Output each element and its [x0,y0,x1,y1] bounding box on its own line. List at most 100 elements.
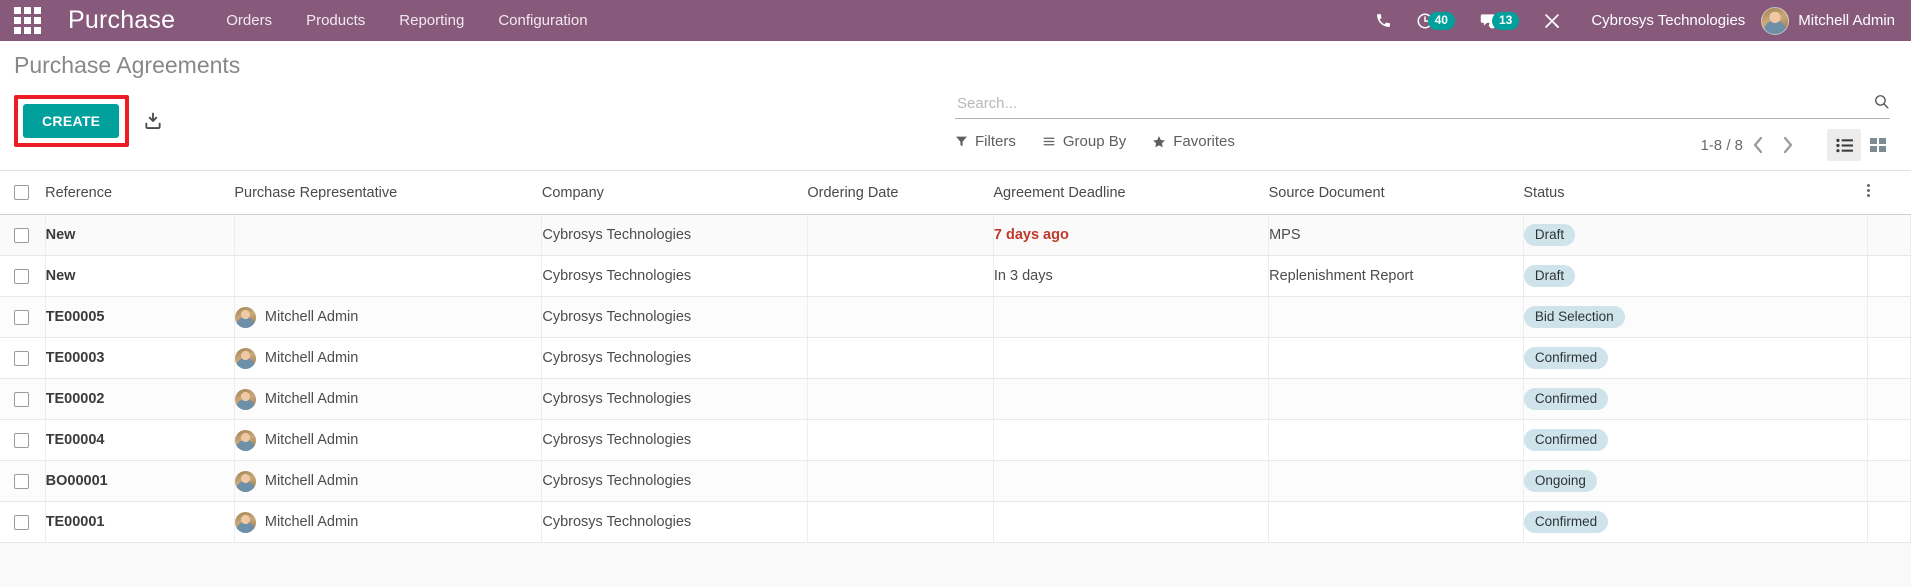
menu-item-reporting[interactable]: Reporting [382,0,481,41]
cell-agreement-deadline: In 3 days [993,255,1270,297]
kanban-view-button[interactable] [1861,129,1895,161]
table-row[interactable]: TE00001 Mitchell Admin Cybrosys Technologi… [0,501,1911,543]
representative-avatar [234,429,256,451]
search-input[interactable] [955,94,1873,115]
column-header-reference[interactable]: Reference [45,171,235,215]
table-header-row: Reference Purchase Representative Compan… [0,171,1911,215]
source-document-value: Replenishment Report [1269,268,1414,284]
search-bar[interactable] [955,91,1890,119]
reference-value: BO00001 [45,473,108,489]
company-switcher[interactable]: Cybrosys Technologies [1573,12,1759,29]
agreement-deadline-value: 7 days ago [993,227,1069,243]
table-row[interactable]: TE00005 Mitchell Admin Cybrosys Technologi… [0,296,1911,338]
representative-name: Mitchell Admin [264,350,359,366]
messages-button[interactable]: 13 [1467,0,1531,41]
table-row[interactable]: New Cybrosys Technologies In 3 days Repleni… [0,255,1911,297]
company-value: Cybrosys Technologies [542,473,692,489]
cell-status: Draft [1523,255,1868,297]
group-by-dropdown[interactable]: Group By [1042,133,1126,150]
row-checkbox[interactable] [14,350,29,366]
phone-icon [1376,14,1390,27]
cell-reference: BO00001 [45,460,235,502]
cell-source-document [1268,337,1524,379]
status-badge: Confirmed [1523,347,1609,369]
table-row[interactable]: TE00002 Mitchell Admin Cybrosys Technologi… [0,378,1911,420]
control-panel: Purchase Agreements CREATE Filters [0,41,1911,171]
filter-funnel-icon [956,136,967,147]
representative-name: Mitchell Admin [264,391,359,407]
kanban-view-icon [1870,137,1886,152]
user-menu-label: Mitchell Admin [1798,12,1895,29]
table-row[interactable]: TE00003 Mitchell Admin Cybrosys Technologi… [0,337,1911,379]
cell-status: Draft [1523,214,1868,256]
chevron-left-icon [1753,136,1763,154]
phone-button[interactable] [1363,0,1404,41]
app-brand-title[interactable]: Purchase [54,6,209,35]
pager-next-button[interactable] [1773,130,1803,160]
representative-avatar [234,470,256,492]
vertical-dots-icon[interactable] [1867,182,1871,199]
row-select-cell [0,419,46,461]
list-view-button[interactable] [1827,129,1861,161]
menu-item-configuration[interactable]: Configuration [481,0,604,41]
column-header-status[interactable]: Status [1523,171,1868,215]
view-switcher [1827,129,1895,161]
representative-avatar [234,347,256,369]
column-header-representative[interactable]: Purchase Representative [234,171,542,215]
list-view-sheet: Reference Purchase Representative Compan… [0,171,1911,587]
column-header-source-document[interactable]: Source Document [1268,171,1524,215]
column-header-agreement-deadline[interactable]: Agreement Deadline [993,171,1269,215]
menu-item-orders[interactable]: Orders [209,0,289,41]
status-badge: Draft [1523,265,1576,287]
company-value: Cybrosys Technologies [542,432,692,448]
representative-name: Mitchell Admin [264,432,359,448]
favorites-dropdown[interactable]: Favorites [1152,133,1235,150]
menu-item-products[interactable]: Products [289,0,382,41]
create-button[interactable]: CREATE [23,104,120,138]
reference-value: New [45,268,76,284]
cell-optional [1867,255,1911,297]
row-checkbox[interactable] [14,268,29,284]
row-checkbox[interactable] [14,473,29,489]
activities-button[interactable]: 40 [1404,0,1467,41]
activities-count-badge: 40 [1427,11,1455,30]
user-menu[interactable]: Mitchell Admin [1759,6,1895,35]
group-by-label: Group By [1062,133,1127,150]
company-value: Cybrosys Technologies [542,227,692,243]
control-panel-buttons: CREATE [14,95,163,147]
row-checkbox[interactable] [14,309,29,325]
cell-ordering-date [807,296,994,338]
pager-and-views: 1-8 / 8 [1700,129,1895,161]
table-row[interactable]: New Cybrosys Technologies 7 days ago MPS Dra… [0,214,1911,256]
import-records-button[interactable] [143,111,163,131]
cell-source-document [1268,296,1524,338]
search-submit-button[interactable] [1873,93,1890,117]
agreement-deadline-value: In 3 days [993,268,1053,284]
column-header-company[interactable]: Company [541,171,808,215]
table-row[interactable]: TE00004 Mitchell Admin Cybrosys Technologi… [0,419,1911,461]
filters-label: Filters [975,133,1016,150]
cell-ordering-date [807,255,994,297]
row-checkbox[interactable] [14,227,29,243]
apps-menu-button[interactable] [0,0,54,41]
cell-source-document [1268,419,1524,461]
chevron-right-icon [1783,136,1793,154]
page-title: Purchase Agreements [14,52,241,78]
cell-optional [1867,460,1911,502]
pager-previous-button[interactable] [1743,130,1773,160]
row-checkbox[interactable] [14,514,29,530]
filters-dropdown[interactable]: Filters [955,133,1016,150]
row-select-cell [0,501,46,543]
developer-tools-button[interactable] [1531,0,1573,41]
cell-company: Cybrosys Technologies [541,214,808,256]
cell-reference: New [45,214,235,256]
apps-grid-icon [13,7,41,34]
select-all-checkbox[interactable] [14,185,29,201]
cell-optional [1867,296,1911,338]
row-checkbox[interactable] [14,432,29,448]
row-checkbox[interactable] [14,391,29,407]
cell-representative [234,255,543,297]
main-menu: Orders Products Reporting Configuration [209,0,604,41]
column-header-ordering-date[interactable]: Ordering Date [807,171,994,215]
table-row[interactable]: BO00001 Mitchell Admin Cybrosys Technologi… [0,460,1911,502]
